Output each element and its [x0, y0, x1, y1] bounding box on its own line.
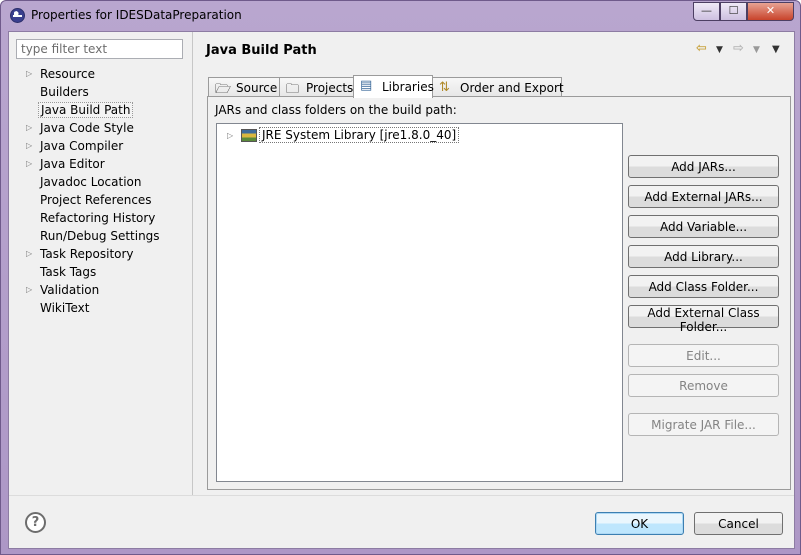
nav-item-project-references[interactable]: Project References	[9, 192, 192, 210]
nav-item-label: Builders	[40, 85, 89, 99]
nav-item-javadoc-location[interactable]: Javadoc Location	[9, 174, 192, 192]
nav-item-java-editor[interactable]: ▷ Java Editor	[9, 156, 192, 174]
expand-arrow-icon[interactable]: ▷	[26, 123, 32, 132]
tab-label: Projects	[306, 81, 354, 95]
nav-item-wikitext[interactable]: WikiText	[9, 300, 192, 318]
properties-window: Properties for IDESDataPreparation — ☐ ✕…	[0, 0, 801, 555]
add-external-class-folder-button[interactable]: Add External Class Folder...	[628, 305, 779, 334]
tab-label: Libraries	[382, 80, 434, 94]
nav-item-label: Java Compiler	[40, 139, 124, 153]
nav-item-label: Validation	[40, 283, 100, 297]
nav-item-java-build-path[interactable]: Java Build Path	[9, 102, 192, 120]
tab-libraries[interactable]: ▤ Libraries	[353, 75, 434, 98]
nav-item-refactoring-history[interactable]: Refactoring History	[9, 210, 192, 228]
expand-arrow-icon[interactable]: ▷	[26, 249, 32, 258]
close-button[interactable]: ✕	[747, 2, 794, 21]
expand-arrow-icon[interactable]: ▷	[26, 285, 32, 294]
expand-arrow-icon[interactable]: ▷	[227, 131, 233, 140]
maximize-button[interactable]: ☐	[720, 2, 747, 21]
add-variable-button[interactable]: Add Variable...	[628, 215, 779, 238]
library-tree[interactable]: ▷ JRE System Library [jre1.8.0_40]	[216, 123, 623, 482]
view-menu-icon[interactable]: ▼	[772, 44, 780, 55]
order-export-icon: ⇅	[439, 80, 450, 95]
nav-item-label: Resource	[40, 67, 96, 81]
help-icon[interactable]: ?	[25, 512, 46, 533]
edit-button[interactable]: Edit...	[628, 344, 779, 367]
window-title: Properties for IDESDataPreparation	[31, 8, 242, 22]
forward-history-dropdown-icon: ▼	[753, 45, 760, 55]
nav-item-label: Java Editor	[40, 157, 105, 171]
ok-button[interactable]: OK	[595, 512, 684, 535]
expand-arrow-icon[interactable]: ▷	[26, 159, 32, 168]
nav-item-validation[interactable]: ▷ Validation	[9, 282, 192, 300]
footer-separator	[9, 495, 794, 496]
nav-item-java-compiler[interactable]: ▷ Java Compiler	[9, 138, 192, 156]
nav-item-label: Java Code Style	[40, 121, 134, 135]
nav-item-label: Task Repository	[40, 247, 134, 261]
build-path-caption: JARs and class folders on the build path…	[215, 103, 457, 117]
minimize-button[interactable]: —	[693, 2, 720, 21]
page-title: Java Build Path	[206, 43, 317, 58]
add-class-folder-button[interactable]: Add Class Folder...	[628, 275, 779, 298]
expand-arrow-icon[interactable]: ▷	[26, 141, 32, 150]
nav-item-label: Project References	[40, 193, 152, 207]
library-icon	[241, 129, 257, 142]
nav-item-resource[interactable]: ▷ Resource	[9, 66, 192, 84]
nav-item-label: Task Tags	[40, 265, 97, 279]
libraries-tab-panel: JARs and class folders on the build path…	[207, 96, 791, 490]
back-arrow-icon[interactable]: ⇦	[696, 41, 707, 56]
title-bar[interactable]: Properties for IDESDataPreparation — ☐ ✕	[1, 1, 800, 31]
tab-order-and-export[interactable]: ⇅ Order and Export	[432, 77, 564, 97]
nav-item-task-tags[interactable]: Task Tags	[9, 264, 192, 282]
dialog-body: ▷ Resource Builders Java Build Path ▷ Ja…	[8, 31, 795, 549]
remove-button[interactable]: Remove	[628, 374, 779, 397]
nav-item-java-code-style[interactable]: ▷ Java Code Style	[9, 120, 192, 138]
nav-item-run-debug-settings[interactable]: Run/Debug Settings	[9, 228, 192, 246]
migrate-jar-button[interactable]: Migrate JAR File...	[628, 413, 779, 436]
forward-arrow-icon: ⇨	[733, 41, 744, 56]
nav-item-builders[interactable]: Builders	[9, 84, 192, 102]
nav-item-label: Javadoc Location	[40, 175, 142, 189]
library-entry-label[interactable]: JRE System Library [jre1.8.0_40]	[259, 127, 460, 143]
nav-item-label: Run/Debug Settings	[40, 229, 160, 243]
back-history-dropdown-icon[interactable]: ▼	[716, 45, 723, 55]
cancel-button[interactable]: Cancel	[694, 512, 783, 535]
nav-item-label: Refactoring History	[40, 211, 156, 225]
eclipse-app-icon	[10, 8, 25, 23]
library-icon: ▤	[360, 78, 373, 93]
expand-arrow-icon[interactable]: ▷	[26, 69, 32, 78]
tab-label: Order and Export	[460, 81, 564, 95]
tab-label: Source	[236, 81, 278, 95]
add-external-jars-button[interactable]: Add External JARs...	[628, 185, 779, 208]
add-jars-button[interactable]: Add JARs...	[628, 155, 779, 178]
nav-item-label: Java Build Path	[38, 102, 134, 118]
nav-item-task-repository[interactable]: ▷ Task Repository	[9, 246, 192, 264]
nav-item-label: WikiText	[40, 301, 90, 315]
filter-input[interactable]	[16, 39, 183, 59]
pane-divider[interactable]	[192, 32, 193, 495]
tab-source[interactable]: 🗁 Source	[208, 77, 280, 97]
tab-projects[interactable]: 🗀 Projects	[279, 77, 354, 97]
add-library-button[interactable]: Add Library...	[628, 245, 779, 268]
